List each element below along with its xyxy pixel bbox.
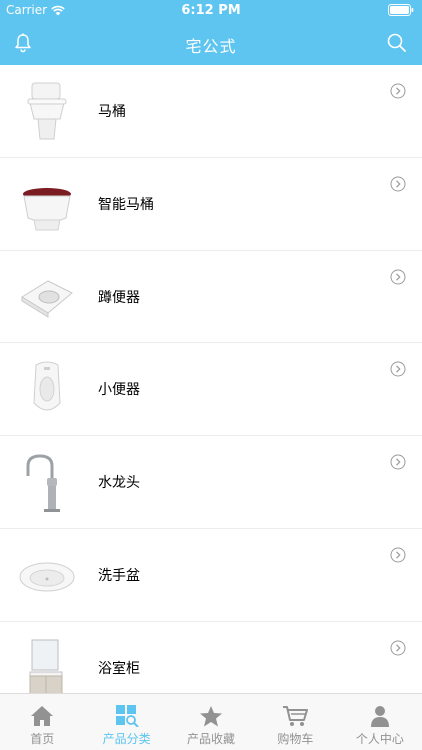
home-icon [31,706,54,726]
toilet-image [27,82,67,140]
top-header: Carrier 6:12 PM 宅公式 [0,0,422,65]
list-item[interactable]: 蹲便器 [0,251,422,344]
wash-basin-image [19,562,75,592]
page-title: 宅公式 [185,37,237,56]
list-item[interactable]: 马桶 [0,65,422,158]
tab-cart[interactable]: 购物车 [253,694,337,750]
list-item-label: 浴室柜 [98,660,140,677]
tab-category[interactable]: 产品分类 [84,694,168,750]
product-category-list: 马桶 智能马桶 蹲便器 小便器 水龙头 洗手盆 浴室柜 [0,65,422,693]
tab-label: 购物车 [277,732,314,746]
list-item[interactable]: 浴室柜 [0,622,422,693]
tab-label: 首页 [30,732,55,746]
person-icon [370,706,389,727]
list-item[interactable]: 小便器 [0,343,422,437]
tab-profile[interactable]: 个人中心 [338,694,422,750]
urinal-image [33,361,61,411]
list-item[interactable]: 洗手盆 [0,529,422,622]
tab-bar: 首页 产品分类 产品收藏 购物车 个人中心 [0,693,422,750]
list-item[interactable]: 智能马桶 [0,158,422,251]
smart-toilet-image [23,187,71,231]
list-item-label: 水龙头 [98,475,140,492]
faucet-image [26,454,60,513]
chevron-right-icon [390,547,406,563]
tab-label: 个人中心 [355,732,404,746]
bathroom-cabinet-image [29,639,63,693]
tab-label: 产品分类 [102,732,151,746]
chevron-right-icon [390,176,406,192]
list-item-label: 智能马桶 [98,196,154,213]
chevron-right-icon [390,640,406,656]
tab-favorites[interactable]: 产品收藏 [169,694,253,750]
chevron-right-icon [390,269,406,285]
list-item[interactable]: 水龙头 [0,436,422,529]
chevron-right-icon [390,83,406,99]
status-bar: Carrier 6:12 PM [0,0,422,22]
category-icon [115,705,139,727]
star-icon [200,705,223,726]
status-time: 6:12 PM [181,3,241,18]
list-item-label: 洗手盆 [98,567,140,584]
tab-label: 产品收藏 [187,732,236,746]
list-item-label: 小便器 [98,382,140,399]
squat-toilet-image [21,280,73,318]
cart-icon [283,706,309,726]
chevron-right-icon [390,454,406,470]
tab-home[interactable]: 首页 [0,694,84,750]
list-item-label: 马桶 [98,104,126,120]
list-item-label: 蹲便器 [98,289,140,306]
search-icon[interactable] [387,33,406,52]
chevron-right-icon [390,361,406,377]
battery-icon [388,4,414,16]
nav-bar: 宅公式 [0,22,422,65]
